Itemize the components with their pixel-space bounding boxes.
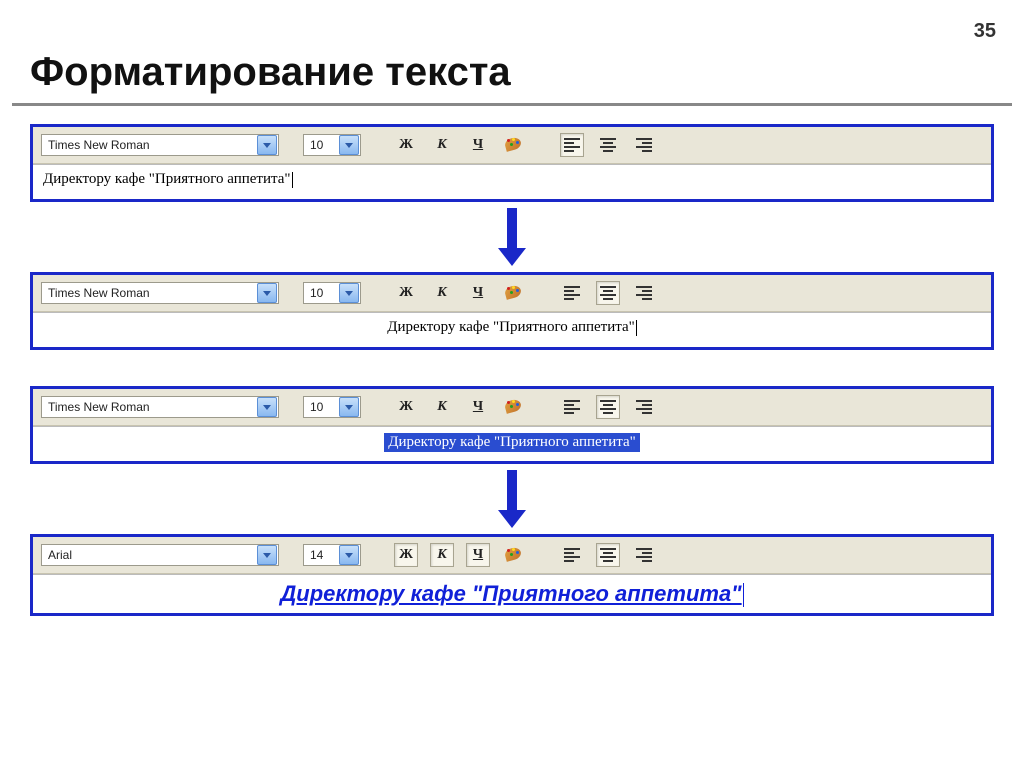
formatting-toolbar: Times New Roman 10 Ж К Ч xyxy=(33,389,991,426)
font-size-value: 10 xyxy=(304,138,338,152)
font-size-dropdown[interactable]: 14 xyxy=(303,544,361,566)
formatting-toolbar: Times New Roman 10 Ж К Ч xyxy=(33,275,991,312)
text-cursor xyxy=(743,583,744,607)
font-family-value: Arial xyxy=(42,548,256,562)
underline-button[interactable]: Ч xyxy=(466,281,490,305)
editor-text-area[interactable]: Директору кафе "Приятного аппетита" xyxy=(33,164,991,199)
editor-panel-4: Arial 14 Ж К Ч Директору кафе "Приятного… xyxy=(30,534,994,616)
italic-button[interactable]: К xyxy=(430,395,454,419)
bold-button[interactable]: Ж xyxy=(394,281,418,305)
align-left-icon xyxy=(564,284,580,302)
italic-button[interactable]: К xyxy=(430,281,454,305)
italic-button[interactable]: К xyxy=(430,133,454,157)
italic-button[interactable]: К xyxy=(430,543,454,567)
font-size-value: 14 xyxy=(304,548,338,562)
font-family-dropdown[interactable]: Times New Roman xyxy=(41,282,279,304)
editor-panel-1: Times New Roman 10 Ж К Ч Директору кафе … xyxy=(30,124,994,202)
font-family-dropdown[interactable]: Times New Roman xyxy=(41,396,279,418)
font-family-value: Times New Roman xyxy=(42,138,256,152)
underline-button[interactable]: Ч xyxy=(466,395,490,419)
align-left-icon xyxy=(564,546,580,564)
font-size-dropdown[interactable]: 10 xyxy=(303,134,361,156)
align-left-button[interactable] xyxy=(560,543,584,567)
font-family-dropdown[interactable]: Arial xyxy=(41,544,279,566)
align-right-icon xyxy=(636,284,652,302)
underline-button[interactable]: Ч xyxy=(466,543,490,567)
bold-button[interactable]: Ж xyxy=(394,133,418,157)
palette-icon[interactable] xyxy=(502,134,524,156)
chevron-down-icon xyxy=(257,135,277,155)
editor-text-selected: Директору кафе "Приятного аппетита" xyxy=(384,433,640,452)
chevron-down-icon xyxy=(339,135,359,155)
font-size-value: 10 xyxy=(304,400,338,414)
align-left-button[interactable] xyxy=(560,395,584,419)
align-right-button[interactable] xyxy=(632,281,656,305)
font-family-value: Times New Roman xyxy=(42,400,256,414)
align-right-icon xyxy=(636,136,652,154)
text-cursor xyxy=(292,172,293,188)
align-right-button[interactable] xyxy=(632,543,656,567)
align-left-button[interactable] xyxy=(560,281,584,305)
formatting-toolbar: Times New Roman 10 Ж К Ч xyxy=(33,127,991,164)
palette-icon[interactable] xyxy=(502,544,524,566)
align-center-button[interactable] xyxy=(596,133,620,157)
align-right-icon xyxy=(636,398,652,416)
align-center-icon xyxy=(600,284,616,302)
chevron-down-icon xyxy=(257,397,277,417)
chevron-down-icon xyxy=(339,283,359,303)
palette-icon[interactable] xyxy=(502,282,524,304)
chevron-down-icon xyxy=(257,283,277,303)
align-left-button[interactable] xyxy=(560,133,584,157)
page-title: Форматирование текста xyxy=(30,50,1024,95)
font-family-value: Times New Roman xyxy=(42,286,256,300)
editor-text-area[interactable]: Директору кафе "Приятного аппетита" xyxy=(33,312,991,347)
align-center-button[interactable] xyxy=(596,395,620,419)
page-number: 35 xyxy=(974,20,996,43)
editor-text-area[interactable]: Директору кафе "Приятного аппетита" xyxy=(33,426,991,461)
font-size-dropdown[interactable]: 10 xyxy=(303,282,361,304)
editor-text-area[interactable]: Директору кафе "Приятного аппетита" xyxy=(33,574,991,613)
bold-button[interactable]: Ж xyxy=(394,395,418,419)
align-right-button[interactable] xyxy=(632,133,656,157)
align-left-icon xyxy=(564,398,580,416)
align-right-button[interactable] xyxy=(632,395,656,419)
bold-button[interactable]: Ж xyxy=(394,543,418,567)
align-right-icon xyxy=(636,546,652,564)
align-center-icon xyxy=(600,136,616,154)
chevron-down-icon xyxy=(339,545,359,565)
formatting-toolbar: Arial 14 Ж К Ч xyxy=(33,537,991,574)
arrow-down-icon xyxy=(30,470,994,528)
align-left-icon xyxy=(564,136,580,154)
align-center-button[interactable] xyxy=(596,543,620,567)
underline-button[interactable]: Ч xyxy=(466,133,490,157)
align-center-button[interactable] xyxy=(596,281,620,305)
palette-icon[interactable] xyxy=(502,396,524,418)
arrow-down-icon xyxy=(30,208,994,266)
chevron-down-icon xyxy=(339,397,359,417)
align-center-icon xyxy=(600,398,616,416)
chevron-down-icon xyxy=(257,545,277,565)
panels-container: Times New Roman 10 Ж К Ч Директору кафе … xyxy=(0,124,1024,616)
text-cursor xyxy=(636,320,637,336)
title-divider xyxy=(12,103,1012,106)
font-size-value: 10 xyxy=(304,286,338,300)
font-size-dropdown[interactable]: 10 xyxy=(303,396,361,418)
align-center-icon xyxy=(600,546,616,564)
editor-panel-2: Times New Roman 10 Ж К Ч Директору кафе … xyxy=(30,272,994,350)
editor-panel-3: Times New Roman 10 Ж К Ч Директору кафе … xyxy=(30,386,994,464)
font-family-dropdown[interactable]: Times New Roman xyxy=(41,134,279,156)
